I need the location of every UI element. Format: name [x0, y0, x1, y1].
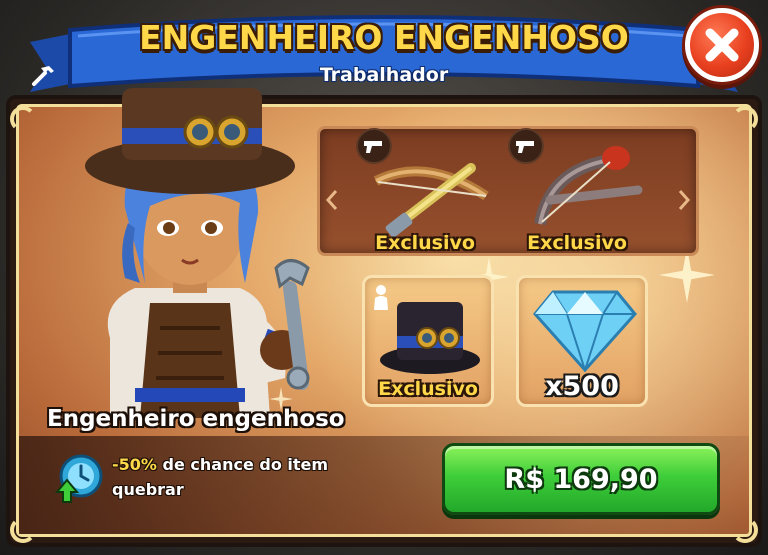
item-weapon-dark-crossbow[interactable]: Exclusivo: [502, 124, 652, 264]
item-hat-tile[interactable]: Exclusivo: [362, 275, 494, 407]
top-hat-art: [380, 302, 480, 374]
gem-amount: x500: [545, 371, 619, 402]
crossbow-art: [373, 163, 489, 238]
hammer-icon: [32, 66, 54, 86]
perk-value: -50%: [112, 455, 157, 474]
perk-text-line2: quebrar: [112, 480, 184, 499]
hero-name: Engenheiro engenhoso: [47, 406, 345, 432]
dark-crossbow-art: [534, 146, 643, 226]
hero-class: Trabalhador: [30, 64, 738, 86]
item-exclusive-label: Exclusivo: [527, 232, 627, 254]
close-icon: [705, 28, 739, 62]
hero-portrait: [85, 88, 310, 418]
frame-corner: [10, 106, 36, 132]
item-exclusive-label: Exclusivo: [378, 378, 478, 400]
page-title: ENGENHEIRO ENGENHOSO: [139, 18, 629, 57]
buy-button[interactable]: R$ 169,90: [442, 443, 720, 515]
frame-corner: [732, 106, 758, 132]
item-weapon-crossbow[interactable]: Exclusivo: [350, 124, 500, 264]
diamond-icon: [533, 290, 637, 372]
chevron-right-icon[interactable]: [676, 189, 692, 211]
perk-text-line1: de chance do item: [162, 455, 329, 474]
item-gems-tile[interactable]: x500: [516, 275, 648, 407]
perk-description: -50% de chance do item quebrar: [112, 452, 372, 502]
title-ribbon: ENGENHEIRO ENGENHOSO Trabalhador: [30, 12, 738, 98]
close-button[interactable]: [685, 8, 759, 82]
clock-arrow-up-icon: [54, 454, 103, 503]
price-label: R$ 169,90: [504, 463, 658, 495]
item-exclusive-label: Exclusivo: [375, 232, 475, 254]
hero-class-label: Trabalhador: [319, 64, 449, 86]
chevron-left-icon[interactable]: [324, 189, 340, 211]
